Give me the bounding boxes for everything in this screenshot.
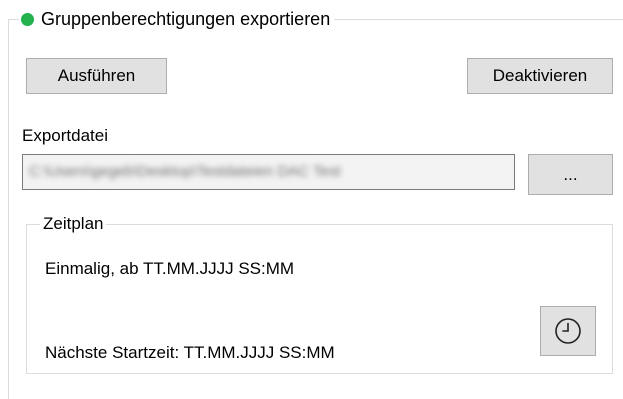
export-file-field[interactable]: C:\Users\gegeb\Desktop\Testdateien DAC T… <box>22 154 515 190</box>
run-button[interactable]: Ausführen <box>26 58 167 94</box>
browse-button[interactable]: ... <box>528 154 613 195</box>
group-title: Gruppenberechtigungen exportieren <box>41 8 331 29</box>
schedule-once-text: Einmalig, ab TT.MM.JJJJ SS:MM <box>45 259 295 278</box>
export-file-label: Exportdatei <box>22 126 108 145</box>
schedule-title: Zeitplan <box>40 214 107 234</box>
clock-icon <box>553 316 583 346</box>
schedule-button[interactable] <box>540 306 596 356</box>
status-indicator-icon <box>21 12 34 26</box>
deactivate-button[interactable]: Deaktivieren <box>467 58 613 94</box>
next-start-text: Nächste Startzeit: TT.MM.JJJJ SS:MM <box>45 343 335 362</box>
export-file-path: C:\Users\gegeb\Desktop\Testdateien DAC T… <box>29 163 341 180</box>
group-header: Gruppenberechtigungen exportieren <box>19 8 335 30</box>
